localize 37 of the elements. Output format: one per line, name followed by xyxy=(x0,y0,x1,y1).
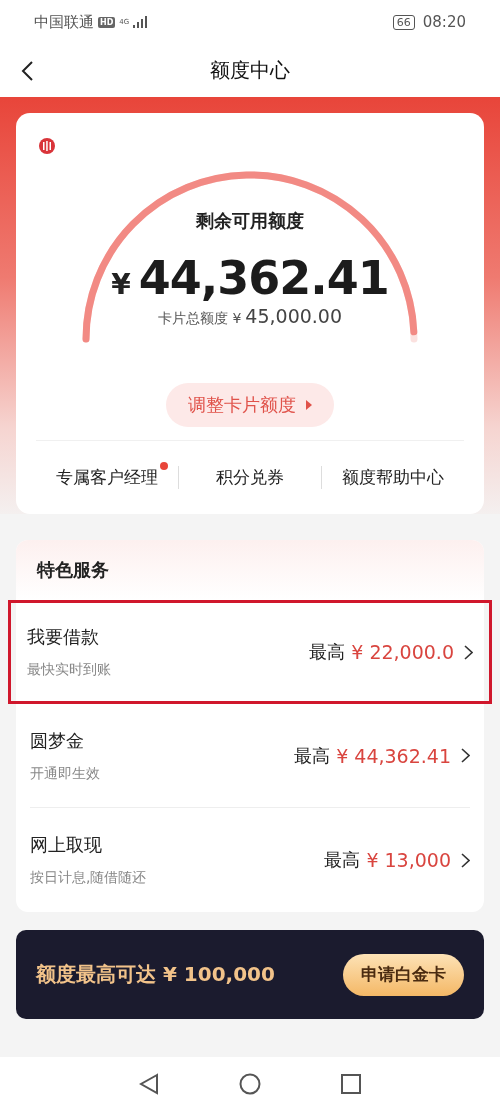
chevron-right-icon[interactable] xyxy=(464,644,473,660)
chevron-right-icon[interactable] xyxy=(461,852,470,868)
service-description: 按日计息,随借随还 xyxy=(30,869,148,887)
back-icon[interactable] xyxy=(20,60,34,82)
service-description: 开通即生效 xyxy=(30,764,101,783)
hd-badge: HD xyxy=(98,16,116,28)
quick-link[interactable]: 积分兑券 xyxy=(210,466,290,489)
chevron-right-icon[interactable] xyxy=(461,748,470,763)
quick-link[interactable]: 专属客户经理 xyxy=(50,466,164,489)
back-nav-icon[interactable] xyxy=(139,1073,159,1095)
max-amount: ¥ 13,000 xyxy=(366,849,451,871)
signal-icon xyxy=(133,16,148,28)
service-name[interactable]: 网上取现 xyxy=(30,833,325,857)
battery-level: 66 xyxy=(392,14,415,30)
max-label: 最高 xyxy=(324,848,361,872)
available-credit-label: 剩余可用额度 xyxy=(196,209,304,233)
bank-logo-icon xyxy=(38,137,56,155)
home-nav-icon[interactable] xyxy=(239,1073,261,1095)
service-description: 最快实时到账 xyxy=(27,661,112,679)
carrier-name: 中国联通 xyxy=(34,12,94,32)
max-amount: ¥ 22,000.0 xyxy=(351,641,454,663)
promo-text: 额度最高可达 ¥ 100,000 xyxy=(36,961,275,988)
currency-symbol: ¥ xyxy=(111,268,131,301)
total-credit-label: 卡片总额度 ¥ xyxy=(157,310,242,328)
max-label: 最高 xyxy=(309,640,346,664)
max-label: 最高 xyxy=(294,743,331,768)
clock-time: 08:20 xyxy=(422,13,466,31)
quick-link[interactable]: 额度帮助中心 xyxy=(336,466,450,489)
recents-nav-icon[interactable] xyxy=(341,1074,361,1094)
total-credit-amount: 45,000.00 xyxy=(245,305,343,327)
max-amount: ¥ 44,362.41 xyxy=(336,744,451,767)
caret-icon xyxy=(306,400,312,410)
service-name[interactable]: 圆梦金 xyxy=(30,728,295,753)
apply-card-button[interactable]: 申请白金卡 xyxy=(343,953,464,996)
service-name[interactable]: 我要借款 xyxy=(27,625,310,649)
available-credit-amount: 44,362.41 xyxy=(138,251,389,305)
page-title: 额度中心 xyxy=(210,57,290,84)
